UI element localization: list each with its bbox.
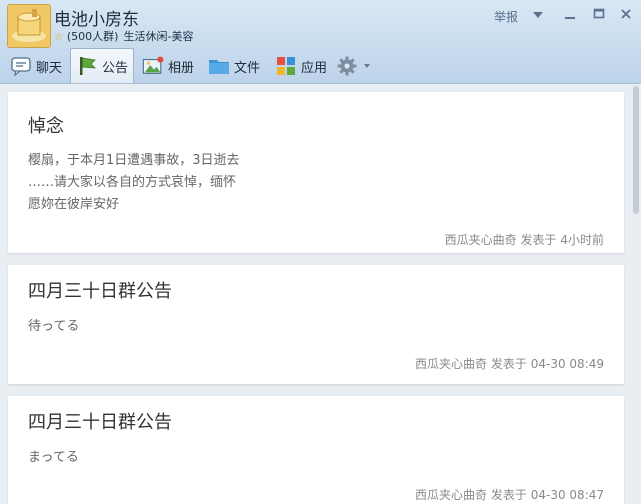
group-header: 电池小房东 ☆ (500人群) 生活休闲-美容 举报 聊天 公告 相册 文件 应… xyxy=(0,0,641,84)
announcement-body-line: ……请大家以各自的方式哀悼，缅怀 xyxy=(28,175,237,190)
chevron-down-icon[interactable] xyxy=(362,61,372,71)
announcement-body-line: まってる xyxy=(28,450,79,465)
announcement-footer: 西瓜夹心曲奇 发表于 04-30 08:47 xyxy=(415,486,604,503)
tab-label: 相册 xyxy=(168,60,195,76)
announcement-card[interactable]: 四月三十日群公告 待ってる 西瓜夹心曲奇 发表于 04-30 08:49 xyxy=(8,265,624,384)
announcement-body-line: 待ってる xyxy=(28,319,80,334)
posted-label: 发表于 xyxy=(520,233,557,247)
author-name[interactable]: 西瓜夹心曲奇 xyxy=(415,488,487,502)
posted-label: 发表于 xyxy=(490,488,527,502)
tab-label: 公告 xyxy=(102,60,129,76)
post-time: 04-30 08:49 xyxy=(530,357,604,371)
announcement-title: 悼念 xyxy=(28,116,64,137)
apps-icon xyxy=(277,57,295,75)
photo-album-icon xyxy=(142,56,164,74)
announcement-title: 四月三十日群公告 xyxy=(28,412,172,433)
folder-icon xyxy=(209,60,229,74)
report-link[interactable]: 举报 xyxy=(494,8,518,25)
dropdown-arrow-icon[interactable] xyxy=(531,8,545,22)
group-category[interactable]: 生活休闲-美容 xyxy=(123,28,193,44)
star-icon: ☆ xyxy=(54,29,64,43)
announcement-footer: 西瓜夹心曲奇 发表于 04-30 08:49 xyxy=(415,355,604,372)
announcement-card[interactable]: 四月三十日群公告 まってる 西瓜夹心曲奇 发表于 04-30 08:47 xyxy=(8,396,624,504)
post-time: 04-30 08:47 xyxy=(530,488,604,502)
group-name: 电池小房东 xyxy=(54,10,139,30)
tab-chat[interactable]: 聊天 xyxy=(10,51,62,81)
member-count: (500人群) xyxy=(66,30,119,43)
tab-files[interactable]: 文件 xyxy=(208,51,260,81)
posted-label: 发表于 xyxy=(490,357,527,371)
group-avatar[interactable] xyxy=(7,4,51,48)
tab-announcement[interactable]: 公告 xyxy=(70,48,134,83)
post-time: 4小时前 xyxy=(560,233,604,247)
author-name[interactable]: 西瓜夹心曲奇 xyxy=(415,357,487,371)
tab-album[interactable]: 相册 xyxy=(142,51,194,81)
minimize-icon[interactable] xyxy=(563,8,577,22)
group-meta: ☆ (500人群) 生活休闲-美容 xyxy=(54,28,193,44)
announcement-footer: 西瓜夹心曲奇 发表于 4小时前 xyxy=(445,231,604,248)
tab-apps[interactable]: 应用 xyxy=(275,51,327,81)
announcement-body-line: 愿妳在彼岸安好 xyxy=(28,197,120,212)
announcement-body-line: 樱扇，于本月1日遭遇事故，3日逝去 xyxy=(28,153,240,168)
announcement-card[interactable]: 悼念 樱扇，于本月1日遭遇事故，3日逝去 ……请大家以各自的方式哀悼，缅怀 愿妳… xyxy=(8,92,624,253)
tab-bar: 聊天 公告 相册 文件 应用 xyxy=(0,48,641,83)
author-name[interactable]: 西瓜夹心曲奇 xyxy=(445,233,517,247)
maximize-icon[interactable] xyxy=(592,7,606,21)
announcement-list[interactable]: 悼念 樱扇，于本月1日遭遇事故，3日逝去 ……请大家以各自的方式哀悼，缅怀 愿妳… xyxy=(0,84,641,504)
tab-label: 文件 xyxy=(234,60,261,76)
scrollbar[interactable] xyxy=(632,84,641,504)
settings-menu[interactable] xyxy=(336,51,372,81)
close-icon[interactable] xyxy=(619,7,633,21)
flag-icon xyxy=(80,57,97,75)
tab-label: 应用 xyxy=(301,60,328,76)
scrollbar-thumb[interactable] xyxy=(633,86,639,214)
tab-label: 聊天 xyxy=(36,60,63,76)
announcement-title: 四月三十日群公告 xyxy=(28,281,172,302)
gear-icon xyxy=(337,56,357,76)
chat-icon xyxy=(11,57,31,77)
